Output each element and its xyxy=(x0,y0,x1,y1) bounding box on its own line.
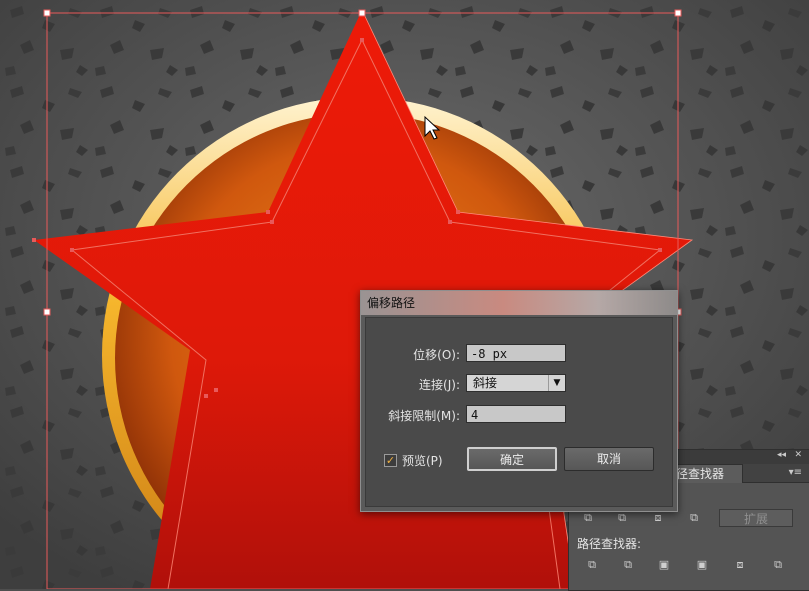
expand-button[interactable]: 扩展 xyxy=(719,509,793,527)
exclude-icon[interactable]: ⧉ xyxy=(686,511,702,525)
tab-pathfinder[interactable]: 径查找器 xyxy=(669,464,743,483)
miter-limit-label: 斜接限制(M): xyxy=(388,409,460,423)
selection-handle[interactable] xyxy=(358,9,366,17)
offset-path-dialog: 偏移路径 位移(O): -8 px 连接(J): 斜接 ▼ 斜接限制(M): 4… xyxy=(360,290,678,512)
intersect-icon[interactable]: ⧈ xyxy=(650,511,666,525)
collapse-icon[interactable]: ◂◂ xyxy=(777,450,786,460)
minus-front-icon[interactable]: ⧉ xyxy=(614,511,630,525)
cancel-button[interactable]: 取消 xyxy=(564,447,654,471)
miter-limit-input[interactable]: 4 xyxy=(466,405,566,423)
offset-label: 位移(O): xyxy=(413,348,460,362)
minus-back-icon[interactable]: ⧉ xyxy=(770,558,786,572)
selection-handle[interactable] xyxy=(674,9,682,17)
joins-value: 斜接 xyxy=(473,376,498,390)
ok-button[interactable]: 确定 xyxy=(467,447,557,471)
preview-label: 预览(P) xyxy=(402,454,443,468)
crop-icon[interactable]: ▣ xyxy=(694,558,710,572)
pathfinders-label: 路径查找器: xyxy=(577,537,642,551)
close-icon[interactable]: ✕ xyxy=(794,450,802,460)
dialog-title[interactable]: 偏移路径 xyxy=(361,291,677,315)
offset-input[interactable]: -8 px xyxy=(466,344,566,362)
trim-icon[interactable]: ⧉ xyxy=(620,558,636,572)
panel-menu-icon[interactable]: ▾≡ xyxy=(789,467,802,478)
joins-select[interactable]: 斜接 ▼ xyxy=(466,374,566,392)
outline-icon[interactable]: ⧈ xyxy=(732,558,748,572)
chevron-down-icon[interactable]: ▼ xyxy=(548,375,565,391)
dialog-body: 位移(O): -8 px 连接(J): 斜接 ▼ 斜接限制(M): 4 ✓ 预览… xyxy=(365,317,673,507)
merge-icon[interactable]: ▣ xyxy=(656,558,672,572)
selection-handle[interactable] xyxy=(43,9,51,17)
divide-icon[interactable]: ⧉ xyxy=(584,558,600,572)
joins-label: 连接(J): xyxy=(419,378,460,392)
preview-checkbox[interactable]: ✓ xyxy=(384,454,397,467)
selection-handle[interactable] xyxy=(43,308,51,316)
unite-icon[interactable]: ⧉ xyxy=(580,511,596,525)
